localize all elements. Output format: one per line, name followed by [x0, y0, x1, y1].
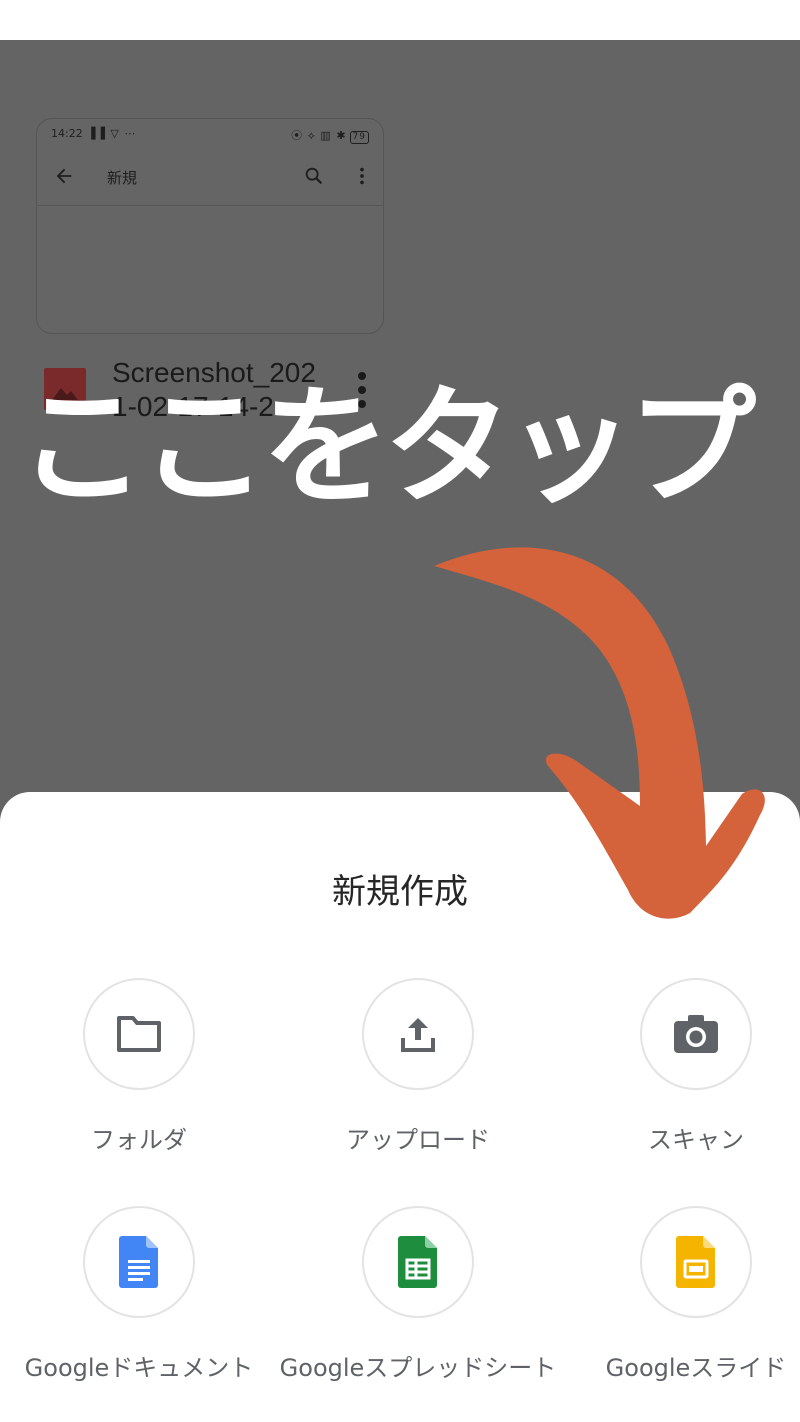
status-time: 14:22 — [51, 127, 83, 140]
upload-button[interactable] — [362, 978, 474, 1090]
status-icons-left: ▐▐ ▽ ⋯ — [87, 127, 137, 140]
slides-label: Googleスライド — [605, 1354, 787, 1382]
docs-label: Googleドキュメント — [24, 1354, 254, 1382]
upload-action[interactable]: アップロード — [279, 978, 557, 1155]
scan-action[interactable]: スキャン — [557, 978, 800, 1155]
tap-here-caption: ここをタップ — [18, 373, 756, 522]
screenshot-preview-card[interactable]: 14:22 ▐▐ ▽ ⋯ ⦿ ⟡ ▥ ✱ 79 新規 — [36, 118, 384, 334]
folder-icon — [117, 1016, 161, 1052]
slides-button[interactable] — [640, 1206, 752, 1318]
status-icons-right: ⦿ ⟡ ▥ ✱ 79 — [291, 127, 369, 144]
google-docs-icon — [119, 1236, 158, 1288]
folder-label: フォルダ — [91, 1126, 187, 1154]
docs-action[interactable]: Googleドキュメント — [0, 1206, 278, 1383]
scan-button[interactable] — [640, 978, 752, 1090]
status-icons: ⦿ ⟡ ▥ ✱ — [291, 129, 347, 142]
create-new-sheet: 新規作成 フォルダ アップロード スキャン Googleドキュメント Googl… — [0, 792, 800, 1422]
back-arrow-icon[interactable] — [53, 165, 75, 187]
sheets-action[interactable]: Googleスプレッドシート — [279, 1206, 557, 1383]
search-icon[interactable] — [303, 165, 325, 187]
top-band — [0, 0, 800, 40]
battery-icon: 79 — [349, 131, 369, 144]
upload-icon — [401, 1018, 435, 1052]
scan-label: スキャン — [648, 1126, 744, 1154]
sheets-label: Googleスプレッドシート — [279, 1354, 557, 1382]
preview-app-bar: 新規 — [37, 147, 383, 206]
more-vert-icon[interactable] — [351, 165, 373, 187]
sheets-button[interactable] — [362, 1206, 474, 1318]
google-slides-icon — [676, 1236, 715, 1288]
google-sheets-icon — [398, 1236, 437, 1288]
sheet-title: 新規作成 — [332, 872, 468, 912]
docs-button[interactable] — [83, 1206, 195, 1318]
camera-icon — [674, 1015, 718, 1053]
folder-action[interactable]: フォルダ — [0, 978, 278, 1155]
slides-action[interactable]: Googleスライド — [557, 1206, 800, 1383]
upload-label: アップロード — [346, 1126, 490, 1154]
folder-button[interactable] — [83, 978, 195, 1090]
status-bar: 14:22 ▐▐ ▽ ⋯ ⦿ ⟡ ▥ ✱ 79 — [37, 119, 383, 147]
preview-title: 新規 — [107, 169, 138, 187]
